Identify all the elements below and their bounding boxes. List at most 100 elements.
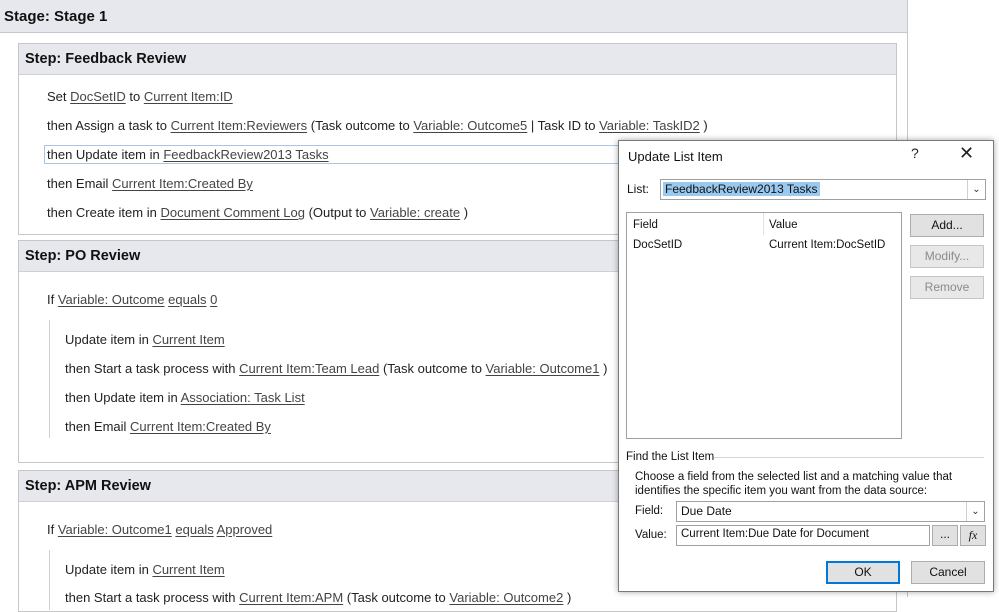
chevron-down-icon[interactable]: ⌄ bbox=[967, 180, 985, 199]
list-dropdown-value: FeedbackReview2013 Tasks bbox=[663, 182, 820, 196]
action-line: then Email Current Item:Created By bbox=[65, 419, 271, 434]
value-field[interactable]: Current Item:Due Date for Document bbox=[676, 525, 930, 546]
condition-block bbox=[49, 320, 50, 438]
action-text: to bbox=[125, 89, 144, 104]
param-link[interactable]: Current Item:ID bbox=[144, 89, 233, 104]
param-link[interactable]: Current Item:Team Lead bbox=[239, 361, 379, 376]
value-label: Value: bbox=[635, 529, 667, 541]
action-text: (Task outcome to bbox=[307, 118, 414, 133]
action-line: Update item in Current Item bbox=[65, 562, 225, 577]
action-line: Update item in Current Item bbox=[65, 332, 225, 347]
list-row-field[interactable]: DocSetID bbox=[633, 239, 682, 251]
field-value-list[interactable]: Field Value DocSetID Current Item:DocSet… bbox=[626, 212, 902, 439]
condition-line: If Variable: Outcome1 equals Approved bbox=[47, 522, 272, 537]
action-text: then Update item in bbox=[65, 390, 181, 405]
condition-block bbox=[49, 550, 50, 610]
param-link[interactable]: 0 bbox=[210, 292, 217, 307]
step-title: Step: Feedback Review bbox=[25, 51, 187, 67]
action-text: then Start a task process with bbox=[65, 590, 240, 605]
action-text: ) bbox=[699, 118, 708, 133]
param-link[interactable]: FeedbackReview2013 Tasks bbox=[163, 147, 328, 162]
action-text: then Email bbox=[65, 419, 131, 434]
action-line: then Email Current Item:Created By bbox=[47, 176, 253, 191]
action-text: (Output to bbox=[304, 205, 371, 220]
action-line: then Create item in Document Comment Log… bbox=[47, 205, 468, 220]
find-description-1: Choose a field from the selected list an… bbox=[635, 471, 953, 483]
action-text: then Start a task process with bbox=[65, 361, 240, 376]
step-title: Step: PO Review bbox=[25, 248, 141, 264]
stage-header: Stage: Stage 1 bbox=[0, 0, 907, 33]
help-button[interactable]: ? bbox=[911, 145, 919, 161]
param-link[interactable]: Current Item:Created By bbox=[130, 419, 271, 434]
param-link[interactable]: Association: Task List bbox=[181, 390, 305, 405]
list-row-value[interactable]: Current Item:DocSetID bbox=[769, 239, 885, 251]
list-label: List: bbox=[627, 182, 650, 196]
close-icon[interactable]: ✕ bbox=[959, 143, 974, 164]
action-text: then Create item in bbox=[47, 205, 161, 220]
field-label: Field: bbox=[635, 505, 664, 517]
update-list-item-dialog: Update List Item ? ✕ List: FeedbackRevie… bbox=[618, 140, 994, 592]
step-header[interactable]: Step: Feedback Review bbox=[19, 44, 896, 75]
condition-text: If bbox=[47, 292, 58, 307]
action-text: ) bbox=[599, 361, 608, 376]
cancel-button[interactable]: Cancel bbox=[911, 561, 985, 584]
column-header-field[interactable]: Field bbox=[633, 219, 658, 231]
ellipsis-button[interactable]: ... bbox=[932, 525, 958, 546]
remove-button[interactable]: Remove bbox=[910, 276, 984, 299]
action-text: then Assign a task to bbox=[47, 118, 171, 133]
condition-line: If Variable: Outcome equals 0 bbox=[47, 292, 217, 307]
stage-title: Stage: Stage 1 bbox=[4, 8, 108, 25]
param-link[interactable]: Variable: create bbox=[370, 205, 460, 220]
param-link[interactable]: Approved bbox=[217, 522, 273, 537]
action-line-selected[interactable]: then Update item in FeedbackReview2013 T… bbox=[44, 145, 632, 164]
add-button[interactable]: Add... bbox=[910, 214, 984, 237]
action-line: then Update item in Association: Task Li… bbox=[65, 390, 305, 405]
selected-action[interactable]: then Update item in FeedbackReview2013 T… bbox=[44, 145, 632, 164]
list-selected-value: FeedbackReview2013 Tasks bbox=[663, 182, 820, 196]
formula-icon[interactable]: fx bbox=[960, 525, 986, 546]
ok-button[interactable]: OK bbox=[826, 561, 900, 584]
action-text: Update item in bbox=[65, 562, 153, 577]
param-link[interactable]: Document Comment Log bbox=[160, 205, 305, 220]
action-line: Set DocSetID to Current Item:ID bbox=[47, 89, 233, 104]
action-text: Update item in bbox=[65, 332, 153, 347]
param-link[interactable]: Variable: Outcome bbox=[58, 292, 165, 307]
param-link[interactable]: Variable: Outcome1 bbox=[486, 361, 600, 376]
action-text: | Task ID to bbox=[527, 118, 600, 133]
value-field-text: Current Item:Due Date for Document bbox=[681, 528, 869, 540]
param-link[interactable]: Variable: Outcome2 bbox=[449, 590, 563, 605]
field-dropdown[interactable]: Due Date ⌄ bbox=[676, 501, 985, 522]
param-link[interactable]: Variable: Outcome5 bbox=[413, 118, 527, 133]
action-line: then Start a task process with Current I… bbox=[65, 590, 571, 605]
param-link[interactable]: DocSetID bbox=[70, 89, 126, 104]
chevron-down-icon[interactable]: ⌄ bbox=[966, 502, 984, 521]
action-line: then Start a task process with Current I… bbox=[65, 361, 607, 376]
action-text: then Update item in bbox=[47, 147, 164, 162]
modify-button[interactable]: Modify... bbox=[910, 245, 984, 268]
column-header-value[interactable]: Value bbox=[769, 219, 798, 231]
param-link[interactable]: Current Item bbox=[152, 562, 224, 577]
action-text: ) bbox=[563, 590, 572, 605]
param-link[interactable]: Current Item:Reviewers bbox=[171, 118, 308, 133]
group-divider bbox=[714, 457, 984, 458]
param-link[interactable]: Variable: TaskID2 bbox=[599, 118, 700, 133]
operator-link[interactable]: equals bbox=[168, 292, 206, 307]
find-list-item-heading: Find the List Item bbox=[626, 451, 715, 463]
dialog-title: Update List Item bbox=[628, 149, 723, 164]
list-dropdown[interactable]: FeedbackReview2013 Tasks ⌄ bbox=[660, 179, 986, 200]
param-link[interactable]: Variable: Outcome1 bbox=[58, 522, 172, 537]
action-line: then Assign a task to Current Item:Revie… bbox=[47, 118, 708, 133]
field-dropdown-value: Due Date bbox=[681, 504, 732, 518]
param-link[interactable]: Current Item bbox=[152, 332, 224, 347]
step-title: Step: APM Review bbox=[25, 478, 151, 494]
action-text: (Task outcome to bbox=[379, 361, 486, 376]
action-text: (Task outcome to bbox=[343, 590, 450, 605]
action-text: ) bbox=[460, 205, 469, 220]
param-link[interactable]: Current Item:APM bbox=[239, 590, 343, 605]
action-text: then Email bbox=[47, 176, 113, 191]
action-text: Set bbox=[47, 89, 71, 104]
find-description-2: identifies the specific item you want fr… bbox=[635, 485, 928, 497]
condition-text: If bbox=[47, 522, 58, 537]
param-link[interactable]: Current Item:Created By bbox=[112, 176, 253, 191]
operator-link[interactable]: equals bbox=[175, 522, 213, 537]
